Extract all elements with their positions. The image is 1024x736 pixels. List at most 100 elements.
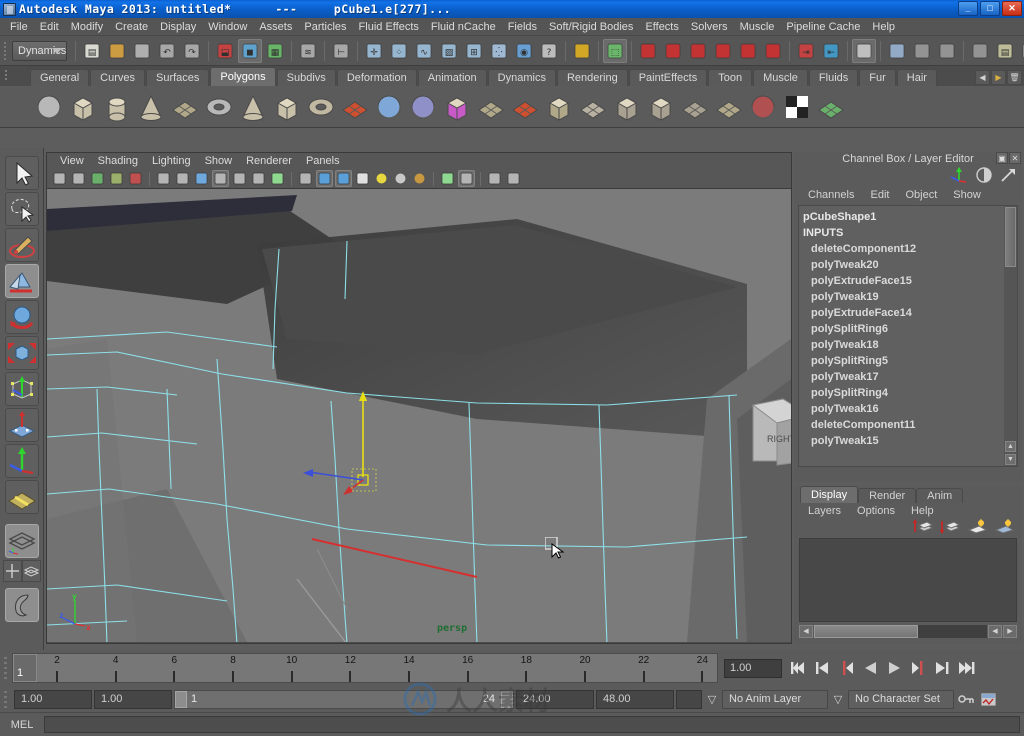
channel-box-menu-channels[interactable]: Channels — [800, 189, 862, 201]
open-scene-icon[interactable] — [105, 39, 129, 63]
channel-box-input-node[interactable]: deleteComponent12 — [803, 241, 1017, 257]
poly-torus-icon[interactable] — [204, 92, 234, 122]
channel-box-input-node[interactable]: polyExtrudeFace14 — [803, 305, 1017, 321]
combine-icon[interactable] — [476, 92, 506, 122]
channel-box-input-node[interactable]: polySplitRing4 — [803, 385, 1017, 401]
snap-to-grid-icon[interactable] — [636, 39, 660, 63]
select-tool[interactable] — [4, 156, 39, 190]
soft-modification-tool[interactable] — [4, 408, 39, 442]
create-layer-from-selected-icon[interactable] — [940, 519, 961, 537]
layer-editor-tab-display[interactable]: Display — [800, 486, 859, 503]
channel-box-menu-object[interactable]: Object — [897, 189, 945, 201]
channel-box-close-button[interactable]: ✕ — [1009, 152, 1021, 164]
channel-box-input-node[interactable]: polyTweak15 — [803, 433, 1017, 449]
construction-history-icon[interactable] — [852, 38, 877, 63]
step-back-frame-button[interactable] — [810, 657, 834, 679]
shelf-prev-button[interactable]: ◀ — [975, 70, 990, 85]
menu-item-effects[interactable]: Effects — [639, 20, 684, 34]
minimize-button[interactable]: _ — [958, 1, 978, 16]
range-slider-grip[interactable] — [0, 684, 12, 714]
image-plane-icon[interactable] — [108, 170, 125, 187]
layer-scroll-track[interactable] — [814, 624, 987, 638]
range-slider-right-handle[interactable] — [501, 690, 513, 708]
select-camera-icon[interactable] — [51, 170, 68, 187]
render-setup-icon[interactable]: ⚙ — [1018, 39, 1024, 63]
save-scene-icon[interactable] — [130, 39, 154, 63]
use-default-light-icon[interactable] — [373, 170, 390, 187]
shelf-tab-fluids[interactable]: Fluids — [808, 69, 859, 86]
isolate-select-icon[interactable] — [486, 170, 503, 187]
bridge-icon[interactable] — [680, 92, 710, 122]
points-icon[interactable]: ✛ — [362, 39, 386, 63]
layer-editor-tab-anim[interactable]: Anim — [916, 488, 964, 503]
viewport-menu-panels[interactable]: Panels — [299, 155, 347, 167]
go-to-end-button[interactable] — [954, 657, 978, 679]
perspective-viewport[interactable]: RIGHT y z — [47, 189, 791, 642]
shelf-tab-general[interactable]: General — [30, 69, 90, 86]
channel-box-input-node[interactable]: polyTweak18 — [803, 337, 1017, 353]
redo-icon[interactable]: ↷ — [180, 39, 204, 63]
maximize-button[interactable]: □ — [980, 1, 1000, 16]
select-by-object-type-icon[interactable]: ◼ — [238, 38, 263, 63]
viewport-menu-shading[interactable]: Shading — [91, 155, 145, 167]
layer-scroll-left-2[interactable]: ◀ — [988, 624, 1002, 638]
lock-icon[interactable] — [570, 39, 594, 63]
toolbar-grip[interactable] — [2, 39, 9, 63]
range-slider-left-handle[interactable] — [175, 690, 187, 708]
menu-item-fluid-ncache[interactable]: Fluid nCache — [425, 20, 502, 34]
snap-to-curve-icon[interactable] — [661, 39, 685, 63]
make-live-icon[interactable] — [761, 39, 785, 63]
viewport-menu-lighting[interactable]: Lighting — [145, 155, 198, 167]
character-set-dropdown[interactable]: No Character Set — [848, 689, 954, 709]
channel-box-input-node[interactable]: polySplitRing6 — [803, 321, 1017, 337]
channel-box-menu-edit[interactable]: Edit — [862, 189, 897, 201]
animation-end-time-field[interactable]: 48.00 — [596, 689, 674, 709]
append-polygon-icon[interactable] — [714, 92, 744, 122]
field-chart-icon[interactable] — [231, 170, 248, 187]
range-slider-bar[interactable]: 1 24 — [174, 689, 514, 709]
curve-icon[interactable]: ∿ — [412, 39, 436, 63]
shelf-tab-hair[interactable]: Hair — [896, 69, 937, 86]
render-current-frame-icon[interactable] — [910, 39, 934, 63]
menu-item-help[interactable]: Help — [866, 20, 901, 34]
film-gate-icon[interactable] — [174, 170, 191, 187]
menu-item-muscle[interactable]: Muscle — [734, 20, 781, 34]
render-view-icon[interactable] — [885, 39, 909, 63]
channel-box-input-node[interactable]: deleteComponent11 — [803, 417, 1017, 433]
poly-helix-icon[interactable] — [340, 92, 370, 122]
lines-icon[interactable]: ⁘ — [387, 39, 411, 63]
layer-list[interactable] — [799, 538, 1017, 622]
snap-toggle-icon[interactable]: ⬚ — [603, 38, 628, 63]
anim-layer-dropdown[interactable]: No Anim Layer — [722, 689, 828, 709]
universal-manipulator-tool[interactable] — [4, 372, 39, 406]
command-input-field[interactable] — [44, 716, 1020, 733]
step-forward-frame-button[interactable] — [930, 657, 954, 679]
viewport-menu-renderer[interactable]: Renderer — [239, 155, 299, 167]
poly-platonic-icon[interactable] — [408, 92, 438, 122]
menu-item-particles[interactable]: Particles — [298, 20, 352, 34]
play-forwards-button[interactable] — [882, 657, 906, 679]
poly-cube-icon[interactable] — [68, 92, 98, 122]
viewport-menu-view[interactable]: View — [53, 155, 91, 167]
safe-action-icon[interactable] — [250, 170, 267, 187]
ipr-render-icon[interactable] — [935, 39, 959, 63]
range-start-time-field[interactable]: 1.00 — [94, 689, 172, 709]
menu-item-assets[interactable]: Assets — [253, 20, 298, 34]
uv-checker-icon[interactable] — [782, 92, 812, 122]
menu-item-soft-rigid-bodies[interactable]: Soft/Rigid Bodies — [543, 20, 639, 34]
booleans-icon[interactable] — [544, 92, 574, 122]
single-perspective-view-layout[interactable] — [4, 524, 39, 558]
show-manipulator-tool[interactable] — [4, 444, 39, 478]
channel-box-node-name[interactable]: pCubeShape1 — [803, 209, 1017, 225]
wireframe-shading-icon[interactable] — [297, 170, 314, 187]
playback-speed-dropdown-arrow[interactable]: ▽ — [704, 690, 720, 709]
create-light-layer-selected-icon[interactable] — [994, 519, 1015, 537]
snap-to-view-plane-icon[interactable] — [736, 39, 760, 63]
menu-item-display[interactable]: Display — [154, 20, 202, 34]
close-button[interactable]: ✕ — [1002, 1, 1022, 16]
menu-item-edit[interactable]: Edit — [34, 20, 65, 34]
playback-speed-field[interactable] — [676, 689, 702, 709]
attribute-editor-icon[interactable] — [1000, 167, 1016, 186]
menu-item-window[interactable]: Window — [202, 20, 253, 34]
channel-box-input-node[interactable]: polyTweak20 — [803, 257, 1017, 273]
